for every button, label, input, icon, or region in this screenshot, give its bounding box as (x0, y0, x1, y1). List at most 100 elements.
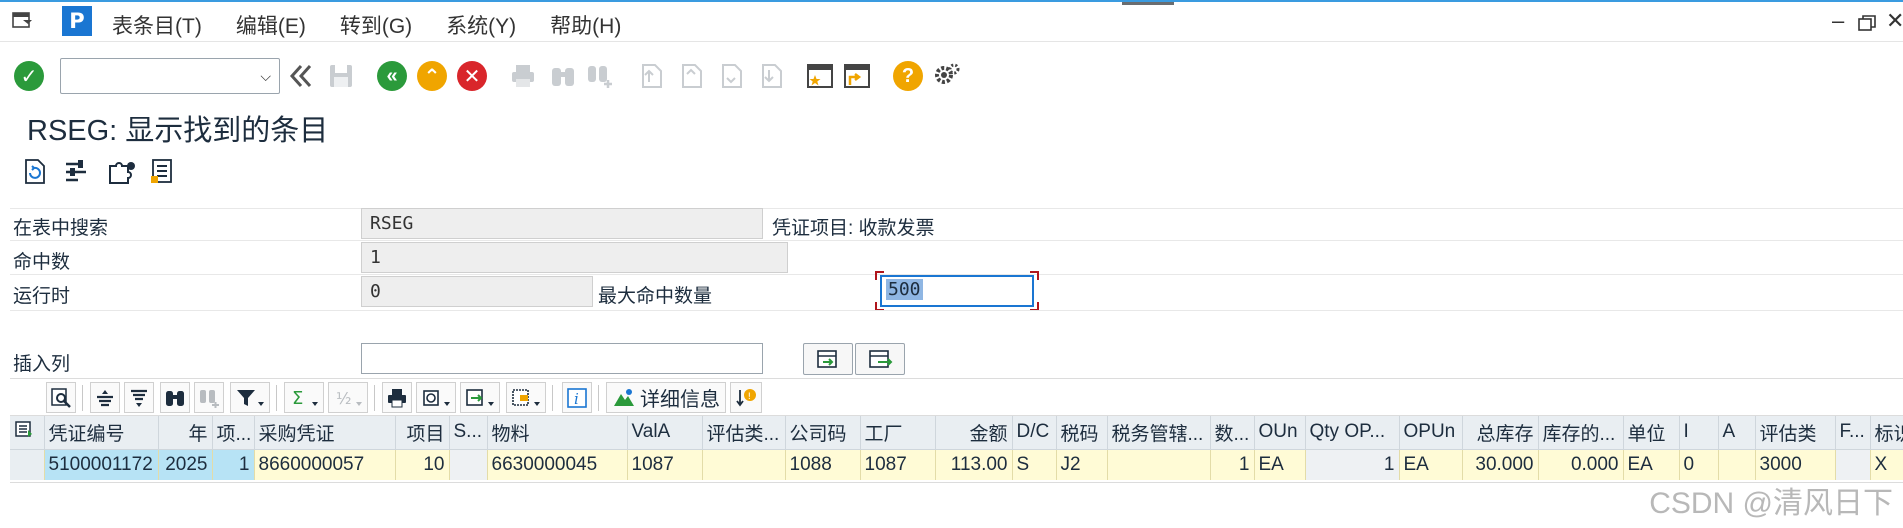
sort-ascending-button[interactable] (90, 382, 120, 413)
grid-cell[interactable]: 1088 (785, 449, 861, 480)
new-session-icon[interactable] (803, 59, 837, 93)
grid-cell[interactable]: EA (1399, 449, 1463, 480)
column-header[interactable]: 评估类... (702, 416, 786, 450)
menu-help[interactable]: 帮助(H) (550, 10, 621, 40)
search-table-field[interactable]: RSEG (361, 208, 763, 239)
settings-icon[interactable] (930, 59, 964, 93)
close-window-icon[interactable]: ✕ (1886, 8, 1903, 34)
column-header[interactable]: 单位 (1623, 416, 1680, 450)
grid-cell[interactable]: 8660000057 (254, 449, 396, 480)
insert-column-field[interactable] (361, 343, 763, 374)
column-header[interactable]: 物料 (487, 416, 628, 450)
column-header[interactable]: I (1679, 416, 1719, 450)
sort-descending-button[interactable] (124, 382, 154, 413)
menu-system[interactable]: 系统(Y) (446, 10, 516, 40)
menu-goto[interactable]: 转到(G) (340, 10, 412, 40)
command-field[interactable]: ⌵ (60, 58, 280, 94)
column-header[interactable]: 采购凭证 (254, 416, 396, 450)
menu-table-entry[interactable]: 表条目(T) (112, 10, 202, 40)
column-header[interactable]: 项目 (395, 416, 450, 450)
column-header[interactable]: F... (1835, 416, 1871, 450)
sort-info-button[interactable]: ! (730, 382, 762, 413)
select-all-icon[interactable] (10, 416, 45, 450)
cancel-icon[interactable]: ✕ (455, 59, 489, 93)
grid-cell[interactable]: S (1012, 449, 1057, 480)
minimize-icon[interactable]: ‒ (1832, 8, 1844, 34)
grid-cell[interactable]: 0.000 (1538, 449, 1624, 480)
grid-cell[interactable]: EA (1254, 449, 1306, 480)
save-icon[interactable] (324, 59, 358, 93)
list-document-icon[interactable] (148, 156, 176, 186)
restore-icon[interactable] (1857, 14, 1877, 32)
grid-cell[interactable]: 5100001172 (44, 449, 159, 480)
column-header[interactable]: OUn (1254, 416, 1306, 450)
find-next-icon[interactable] (583, 59, 617, 93)
row-selector[interactable] (10, 449, 45, 480)
grid-cell[interactable]: 1 (1210, 449, 1255, 480)
column-header[interactable]: Qty OP... (1305, 416, 1400, 450)
grid-cell[interactable]: X (1870, 449, 1903, 480)
column-header[interactable]: 凭证编号 (44, 416, 159, 450)
column-header[interactable]: OPUn (1399, 416, 1463, 450)
grid-cell[interactable] (1718, 449, 1756, 480)
grid-cell[interactable] (1835, 449, 1871, 480)
info-button[interactable]: i (562, 382, 592, 413)
filter-button[interactable] (230, 382, 270, 413)
grid-cell[interactable] (702, 449, 786, 480)
views-button[interactable] (416, 382, 456, 413)
subtotal-button[interactable]: ½ (328, 382, 368, 413)
grid-cell[interactable]: 1087 (627, 449, 703, 480)
column-header[interactable]: 评估类 (1755, 416, 1836, 450)
check-icon[interactable]: ✓ (12, 59, 46, 93)
grid-cell[interactable]: 113.00 (935, 449, 1013, 480)
grid-cell[interactable]: 1 (1305, 449, 1400, 480)
grid-cell[interactable]: 3000 (1755, 449, 1836, 480)
next-page-icon[interactable] (714, 59, 748, 93)
column-header[interactable]: ValA (627, 416, 703, 450)
column-header[interactable]: 工厂 (860, 416, 936, 450)
export-button[interactable] (460, 382, 500, 413)
grid-cell[interactable]: 0 (1679, 449, 1719, 480)
print-preview-button[interactable] (382, 382, 412, 413)
grid-cell[interactable]: 30.000 (1462, 449, 1539, 480)
column-header[interactable]: 总库存 (1462, 416, 1539, 450)
column-header[interactable]: 税务管辖... (1107, 416, 1211, 450)
grid-cell[interactable]: 1087 (860, 449, 936, 480)
find-next-button[interactable] (194, 382, 224, 413)
back-icon[interactable]: « (375, 59, 409, 93)
column-header[interactable]: 库存的... (1538, 416, 1624, 450)
column-header[interactable]: 年 (158, 416, 213, 450)
hits-field[interactable]: 1 (361, 242, 788, 273)
column-header[interactable]: 税码 (1056, 416, 1108, 450)
last-page-icon[interactable] (754, 59, 788, 93)
find-icon[interactable] (546, 59, 580, 93)
grid-cell[interactable]: 1 (212, 449, 255, 480)
table-row[interactable]: 5100001172 2025 1 8660000057 10 66300000… (10, 449, 1903, 480)
system-menu-icon[interactable] (12, 12, 34, 30)
column-header[interactable]: 金额 (935, 416, 1013, 450)
shortcut-icon[interactable] (840, 59, 874, 93)
grid-cell[interactable] (449, 449, 488, 480)
column-header[interactable]: 公司码 (785, 416, 861, 450)
first-page-icon[interactable] (634, 59, 668, 93)
find-button[interactable] (160, 382, 190, 413)
remove-column-button[interactable] (855, 343, 905, 375)
refresh-icon[interactable] (20, 156, 48, 186)
details-view-button[interactable] (46, 382, 76, 413)
menu-edit[interactable]: 编辑(E) (236, 10, 306, 40)
grid-cell[interactable] (1107, 449, 1211, 480)
back-double-icon[interactable] (284, 59, 318, 93)
column-header[interactable]: A (1718, 416, 1756, 450)
help-icon[interactable]: ? (891, 59, 925, 93)
grid-cell[interactable]: 2025 (158, 449, 213, 480)
puzzle-icon[interactable] (106, 156, 138, 186)
prev-page-icon[interactable] (674, 59, 708, 93)
insert-column-button[interactable] (803, 343, 853, 375)
column-header[interactable]: 项... (212, 416, 255, 450)
total-button[interactable]: Σ (284, 382, 324, 413)
detail-info-button[interactable]: 详细信息 (606, 382, 726, 413)
grid-cell[interactable]: 10 (395, 449, 450, 480)
print-icon[interactable] (506, 59, 540, 93)
selection-criteria-icon[interactable] (62, 156, 92, 186)
runtime-field[interactable]: 0 (361, 276, 593, 307)
